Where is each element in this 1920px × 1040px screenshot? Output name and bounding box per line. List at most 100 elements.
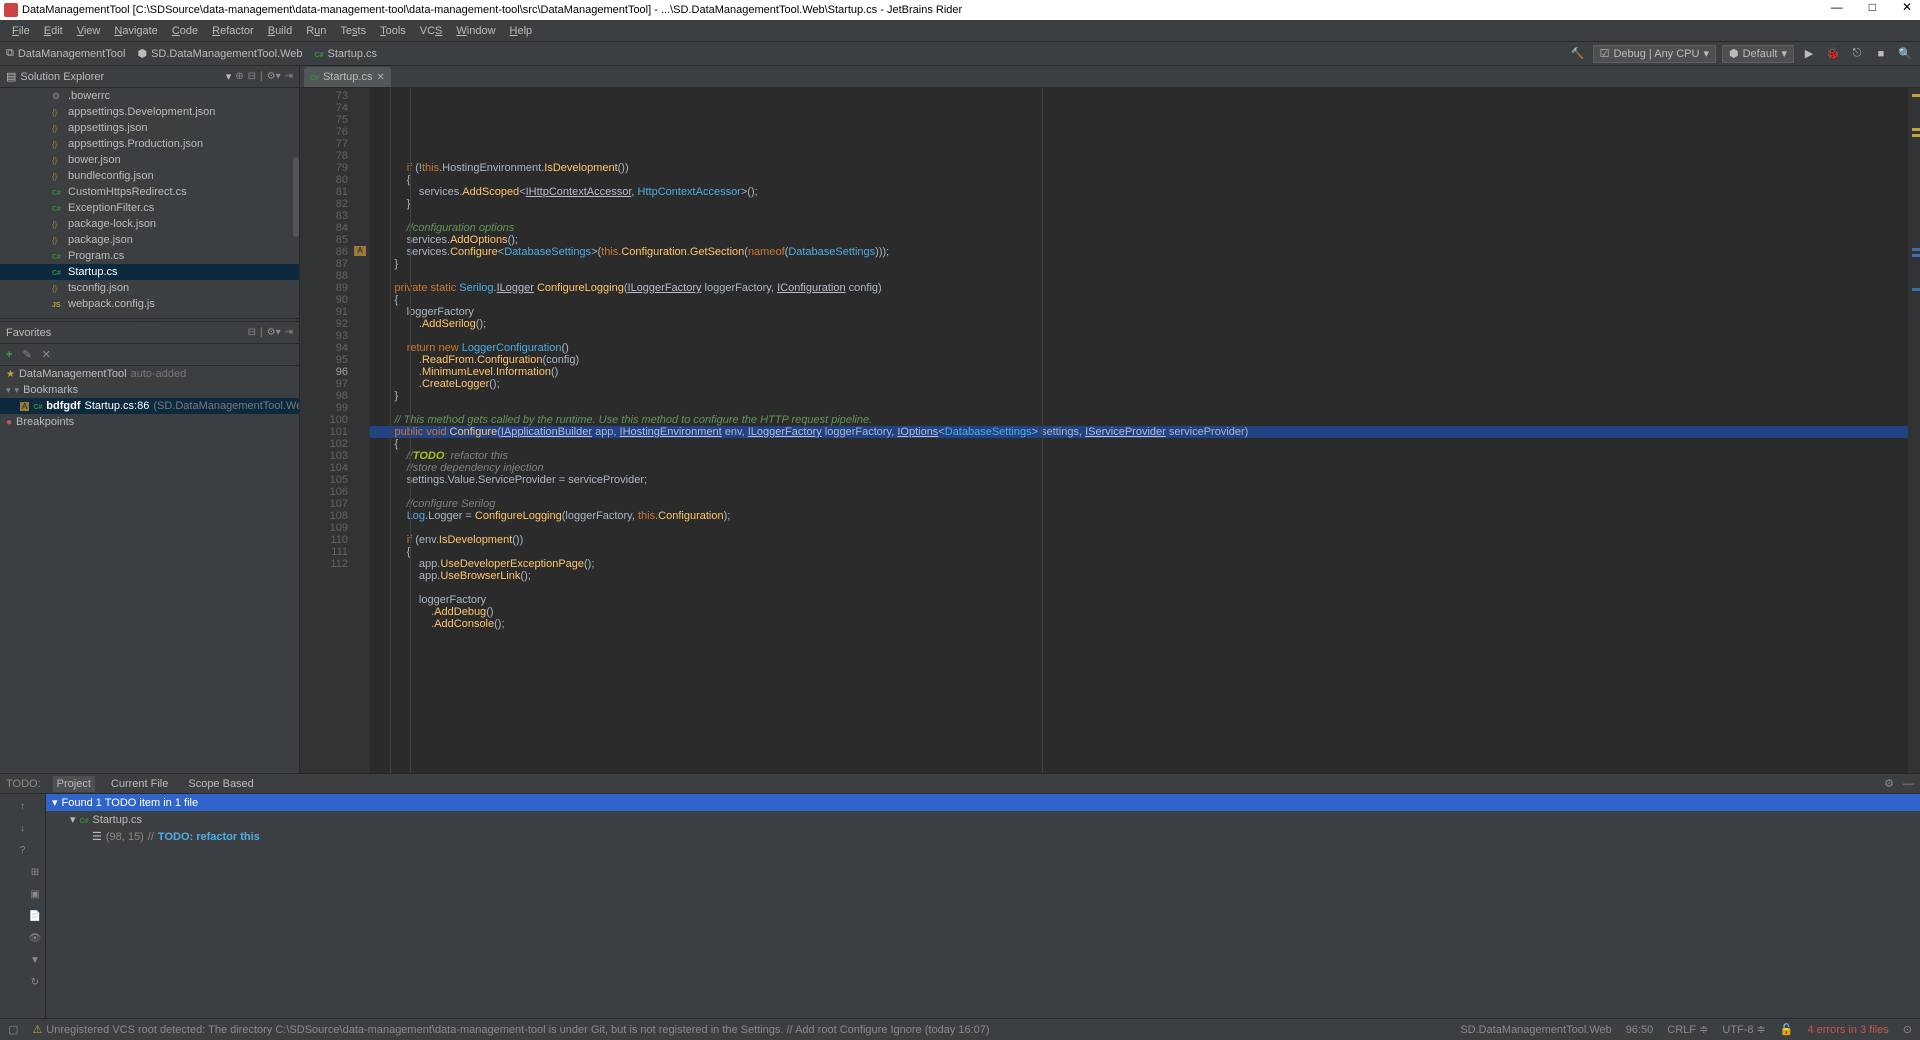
code-content[interactable]: if (!this.HostingEnvironment.IsDevelopme… [370, 88, 1908, 773]
expand-all-button[interactable]: ⊞ [27, 864, 43, 880]
run-button[interactable]: ▶ [1800, 45, 1818, 63]
hide-icon[interactable]: ⇥ [285, 71, 293, 82]
tree-item[interactable]: package-lock.json [0, 216, 299, 232]
locate-icon[interactable]: ⊕ [235, 71, 243, 82]
status-eol[interactable]: CRLF ≑ [1667, 1023, 1708, 1036]
status-caret[interactable]: 96:50 [1626, 1024, 1654, 1036]
favorites-list[interactable]: DataManagementTool auto-added BookmarksA… [0, 366, 299, 773]
crumb-project[interactable]: ⬢ SD.DataManagementTool.Web [137, 47, 302, 60]
tree-item[interactable]: appsettings.Development.json [0, 104, 299, 120]
menu-edit[interactable]: Edit [38, 23, 69, 39]
tree-item[interactable]: package.json [0, 232, 299, 248]
autoscroll-button[interactable]: 📄 [27, 908, 43, 924]
cs-file-icon [52, 186, 64, 198]
fav-hide-icon[interactable]: ⇥ [285, 327, 293, 338]
status-readonly-icon[interactable]: 🔓 [1780, 1023, 1794, 1036]
maximize-button[interactable]: □ [1865, 0, 1880, 14]
stop-button[interactable]: ■ [1872, 45, 1890, 63]
next-todo-button[interactable]: ↓ [15, 820, 31, 836]
help-button[interactable]: ? [15, 842, 31, 858]
filter-button[interactable]: ▼ [27, 952, 43, 968]
tree-item[interactable]: bundleconfig.json [0, 168, 299, 184]
group-by-button[interactable]: ▣ [27, 886, 43, 902]
vcs-notification[interactable]: Unregistered VCS root detected: The dire… [32, 1023, 989, 1036]
menu-run[interactable]: Run [300, 23, 332, 39]
settings-icon[interactable]: ⚙▾ [267, 71, 281, 82]
status-bar: ▢ Unregistered VCS root detected: The di… [0, 1018, 1920, 1040]
menu-view[interactable]: View [71, 23, 107, 39]
menu-help[interactable]: Help [504, 23, 539, 39]
todo-tab-scope[interactable]: Scope Based [184, 776, 257, 792]
find-button[interactable]: 🔍 [1896, 45, 1914, 63]
todo-minimize-icon[interactable]: — [1903, 778, 1914, 790]
menu-refactor[interactable]: Refactor [206, 23, 260, 39]
panel-collapse-icon[interactable]: ▤ [6, 70, 16, 83]
tab-close-button[interactable]: ✕ [376, 72, 384, 83]
fav-collapse-icon[interactable]: ⊟ [248, 327, 256, 338]
menu-code[interactable]: Code [166, 23, 204, 39]
editor-tab[interactable]: Startup.cs ✕ [304, 67, 391, 87]
menu-navigate[interactable]: Navigate [108, 23, 163, 39]
menu-window[interactable]: Window [450, 23, 501, 39]
status-errors[interactable]: 4 errors in 3 files [1807, 1024, 1888, 1036]
bookmark-item[interactable]: A bdfgdf Startup.cs:86 (SD.DataManagemen… [0, 398, 299, 414]
todo-file-node[interactable]: ▾ Startup.cs [46, 811, 1920, 828]
todo-settings-icon[interactable]: ⚙ [1884, 778, 1894, 790]
remove-favorite-button[interactable]: ✕ [42, 348, 51, 361]
menu-file[interactable]: File [6, 23, 36, 39]
panel-dropdown-icon[interactable]: ▾ [226, 70, 232, 83]
add-favorite-button[interactable]: + [6, 349, 12, 361]
tree-item[interactable]: appsettings.Production.json [0, 136, 299, 152]
tree-item[interactable]: .bowerrc [0, 88, 299, 104]
edit-favorite-button[interactable]: ✎ [22, 348, 31, 361]
tree-item[interactable]: webpack.config.js [0, 296, 299, 312]
todo-item[interactable]: ☰ (98, 15) //TODO: refactor this [46, 828, 1920, 845]
menu-vcs[interactable]: VCS [414, 23, 449, 39]
close-button[interactable]: ✕ [1898, 0, 1916, 14]
todo-tree[interactable]: ▾ Found 1 TODO item in 1 file ▾ Startup.… [46, 794, 1920, 1018]
refresh-button[interactable]: ↻ [27, 974, 43, 990]
tree-item[interactable]: tsconfig.json [0, 280, 299, 296]
attach-button[interactable]: ⎋ [1848, 45, 1866, 63]
todo-summary[interactable]: ▾ Found 1 TODO item in 1 file [46, 794, 1920, 811]
error-stripe[interactable] [1908, 88, 1920, 773]
event-log-icon[interactable]: ▢ [8, 1023, 18, 1036]
scrollbar[interactable] [293, 157, 299, 237]
tree-item[interactable]: ExceptionFilter.cs [0, 200, 299, 216]
solution-tree[interactable]: .bowerrcappsettings.Development.jsonapps… [0, 88, 299, 318]
favorites-group[interactable]: DataManagementTool auto-added [0, 366, 299, 382]
status-project[interactable]: SD.DataManagementTool.Web [1460, 1024, 1611, 1036]
debug-button[interactable]: 🐞 [1824, 45, 1842, 63]
tree-item[interactable]: CustomHttpsRedirect.cs [0, 184, 299, 200]
status-bg-tasks-icon[interactable]: ⊙ [1903, 1023, 1912, 1036]
favorites-group[interactable]: Bookmarks [0, 382, 299, 398]
crumb-solution[interactable]: ⧉ DataManagementTool [6, 47, 125, 60]
gutter[interactable]: 7374757677787980818283848586A87888990919… [300, 88, 370, 773]
build-button[interactable]: 🔨 [1569, 45, 1587, 63]
collapse-all-icon[interactable]: ⊟ [248, 71, 256, 82]
favorites-group[interactable]: Breakpoints [0, 414, 299, 430]
tree-item[interactable]: bower.json [0, 152, 299, 168]
crumb-file[interactable]: Startup.cs [315, 48, 377, 60]
left-panel: ▤ Solution Explorer ▾ ⊕ ⊟ | ⚙▾ ⇥ .bowerr… [0, 66, 300, 773]
preview-button[interactable]: 👁 [27, 930, 43, 946]
todo-panel: TODO: Project Current File Scope Based ⚙… [0, 773, 1920, 1018]
run-target-dropdown[interactable]: ⬢ Default ▾ [1722, 45, 1794, 63]
menu-tools[interactable]: Tools [374, 23, 412, 39]
json-file-icon [52, 282, 64, 294]
tree-item[interactable]: Program.cs [0, 248, 299, 264]
menu-tests[interactable]: Tests [334, 23, 372, 39]
menu-build[interactable]: Build [262, 23, 298, 39]
favorites-toolbar: + ✎ ✕ [0, 344, 299, 366]
todo-tab-current[interactable]: Current File [107, 776, 172, 792]
tree-item[interactable]: appsettings.json [0, 120, 299, 136]
status-encoding[interactable]: UTF-8 ≑ [1722, 1023, 1765, 1036]
tree-item[interactable]: Startup.cs [0, 264, 299, 280]
minimize-button[interactable]: — [1827, 0, 1847, 14]
todo-tab-project[interactable]: Project [53, 776, 95, 792]
editor-body[interactable]: 7374757677787980818283848586A87888990919… [300, 88, 1920, 773]
fav-settings-icon[interactable]: ⚙▾ [267, 327, 281, 338]
prev-todo-button[interactable]: ↑ [15, 798, 31, 814]
solution-config-dropdown[interactable]: ☑ Debug | Any CPU ▾ [1593, 45, 1716, 63]
editor-area: Startup.cs ✕ 737475767778798081828384858… [300, 66, 1920, 773]
